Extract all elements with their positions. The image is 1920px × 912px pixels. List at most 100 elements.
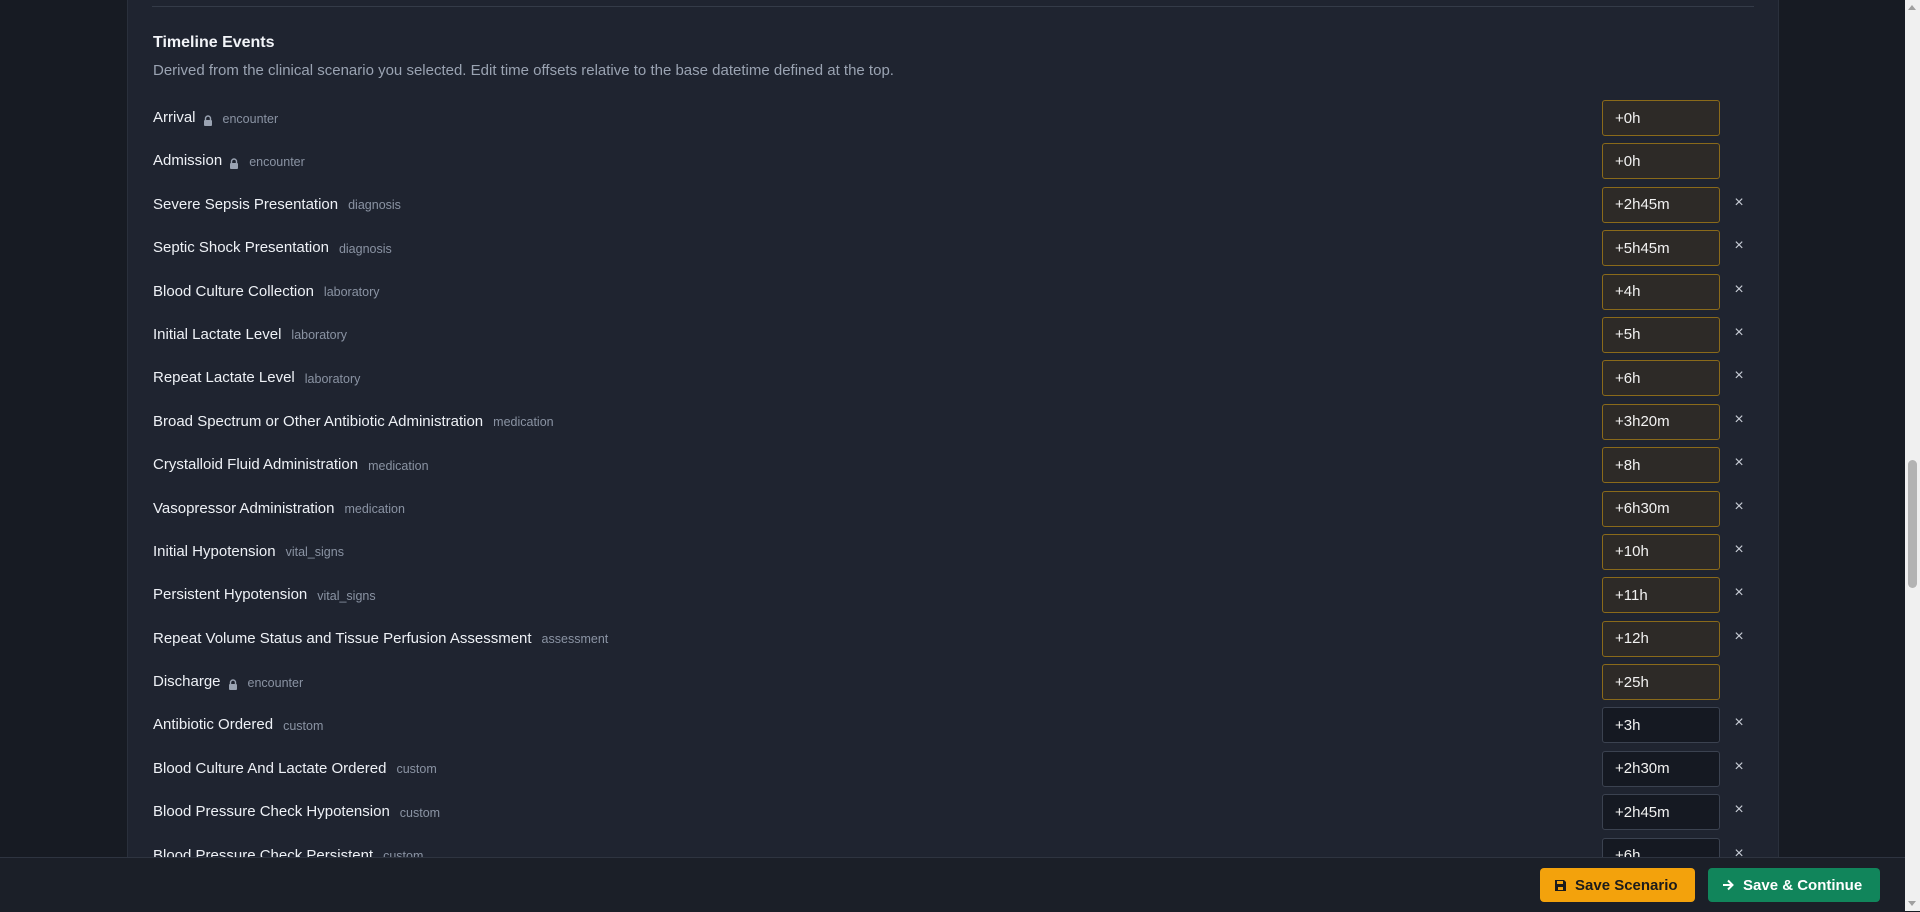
time-offset-input[interactable] bbox=[1602, 577, 1720, 614]
scrollbar-thumb[interactable] bbox=[1908, 460, 1917, 588]
time-offset-input[interactable] bbox=[1602, 447, 1720, 484]
time-offset-input[interactable] bbox=[1602, 316, 1720, 353]
time-offset-input[interactable] bbox=[1602, 620, 1720, 657]
event-name: Repeat Volume Status and Tissue Perfusio… bbox=[153, 629, 532, 647]
timeline-event-row: Blood Pressure Check Persistent custom × bbox=[128, 837, 1778, 857]
timeline-event-list: Arrival encounter Admission encounter Severe… bbox=[128, 100, 1778, 857]
event-name: Persistent Hypotension bbox=[153, 586, 308, 604]
timeline-event-row: Blood Culture Collection laboratory × bbox=[128, 273, 1778, 317]
save-and-continue-button[interactable]: Save & Continue bbox=[1708, 868, 1880, 902]
time-offset-input[interactable] bbox=[1602, 273, 1720, 310]
time-offset-input[interactable] bbox=[1602, 664, 1720, 701]
section-divider bbox=[152, 6, 1754, 7]
event-name: Blood Culture And Lactate Ordered bbox=[153, 759, 387, 777]
time-offset-input[interactable] bbox=[1602, 533, 1720, 570]
remove-event-icon[interactable]: × bbox=[1731, 713, 1747, 733]
lock-icon bbox=[203, 113, 213, 126]
event-category: vital_signs bbox=[285, 545, 344, 560]
time-offset-input[interactable] bbox=[1602, 186, 1720, 223]
event-name-group: Repeat Lactate Level laboratory bbox=[153, 369, 360, 386]
event-name-group: Repeat Volume Status and Tissue Perfusio… bbox=[153, 630, 608, 647]
time-offset-input[interactable] bbox=[1602, 707, 1720, 744]
event-name-group: Initial Hypotension vital_signs bbox=[153, 543, 344, 560]
time-offset-input[interactable] bbox=[1602, 100, 1720, 136]
event-name: Repeat Lactate Level bbox=[153, 369, 295, 387]
event-name-group: Broad Spectrum or Other Antibiotic Admin… bbox=[153, 413, 554, 430]
event-category: laboratory bbox=[291, 328, 348, 343]
timeline-event-row: Antibiotic Ordered custom × bbox=[128, 707, 1778, 750]
event-name: Crystalloid Fluid Administration bbox=[153, 456, 359, 474]
remove-event-icon[interactable]: × bbox=[1731, 323, 1747, 343]
timeline-event-row: Crystalloid Fluid Administration medicati… bbox=[128, 447, 1778, 490]
remove-event-icon[interactable]: × bbox=[1731, 366, 1747, 386]
event-name: Blood Culture Collection bbox=[153, 282, 314, 300]
event-name-group: Blood Pressure Check Persistent custom bbox=[153, 847, 423, 857]
time-offset-input[interactable] bbox=[1602, 403, 1720, 440]
event-name-group: Antibiotic Ordered custom bbox=[153, 716, 323, 733]
floppy-disk-icon bbox=[1554, 879, 1567, 892]
remove-event-icon[interactable]: × bbox=[1731, 844, 1747, 857]
remove-event-icon[interactable]: × bbox=[1731, 410, 1747, 430]
timeline-event-row: Persistent Hypotension vital_signs × bbox=[128, 577, 1778, 620]
save-scenario-label: Save Scenario bbox=[1575, 876, 1678, 894]
scroll-down-arrow-icon[interactable] bbox=[1908, 901, 1916, 906]
remove-event-icon[interactable]: × bbox=[1731, 800, 1747, 820]
event-name-group: Septic Shock Presentation diagnosis bbox=[153, 239, 392, 256]
timeline-event-row: Discharge encounter bbox=[128, 664, 1778, 707]
event-name: Blood Pressure Check Hypotension bbox=[153, 803, 390, 821]
time-offset-input[interactable] bbox=[1602, 490, 1720, 527]
event-category: laboratory bbox=[304, 371, 361, 386]
remove-event-icon[interactable]: × bbox=[1731, 193, 1747, 213]
event-category: vital_signs bbox=[317, 588, 376, 603]
event-name: Initial Hypotension bbox=[153, 542, 276, 560]
scroll-up-arrow-icon[interactable] bbox=[1908, 5, 1916, 10]
event-name: Initial Lactate Level bbox=[153, 325, 282, 343]
remove-event-icon[interactable]: × bbox=[1731, 540, 1747, 560]
remove-event-icon[interactable]: × bbox=[1731, 497, 1747, 517]
event-name: Arrival bbox=[153, 109, 196, 126]
remove-event-icon[interactable]: × bbox=[1731, 627, 1747, 647]
event-category: custom bbox=[383, 849, 424, 857]
timeline-event-row: Initial Hypotension vital_signs × bbox=[128, 533, 1778, 577]
event-category: encounter bbox=[222, 111, 279, 126]
timeline-event-row: Admission encounter bbox=[128, 143, 1778, 186]
time-offset-input[interactable] bbox=[1602, 794, 1720, 831]
footer-bar: Save Scenario Save & Continue bbox=[0, 857, 1905, 912]
time-offset-input[interactable] bbox=[1602, 837, 1720, 857]
lock-icon bbox=[228, 677, 238, 691]
event-category: diagnosis bbox=[348, 198, 401, 213]
remove-event-icon[interactable]: × bbox=[1731, 280, 1747, 300]
save-and-continue-label: Save & Continue bbox=[1743, 876, 1863, 894]
event-name-group: Persistent Hypotension vital_signs bbox=[153, 586, 376, 603]
time-offset-input[interactable] bbox=[1602, 360, 1720, 397]
event-name: Antibiotic Ordered bbox=[153, 716, 274, 734]
timeline-event-row: Broad Spectrum or Other Antibiotic Admin… bbox=[128, 403, 1778, 447]
remove-event-icon[interactable]: × bbox=[1731, 583, 1747, 603]
event-name-group: Arrival encounter bbox=[153, 109, 278, 126]
remove-event-icon[interactable]: × bbox=[1731, 236, 1747, 256]
event-name: Admission bbox=[153, 152, 223, 170]
event-name: Discharge bbox=[153, 673, 221, 691]
remove-event-icon[interactable]: × bbox=[1731, 453, 1747, 473]
remove-event-icon[interactable]: × bbox=[1731, 757, 1747, 777]
event-category: laboratory bbox=[323, 285, 380, 300]
timeline-event-row: Septic Shock Presentation diagnosis × bbox=[128, 230, 1778, 273]
time-offset-input[interactable] bbox=[1602, 750, 1720, 787]
event-category: medication bbox=[344, 502, 405, 517]
event-name-group: Severe Sepsis Presentation diagnosis bbox=[153, 196, 401, 213]
timeline-event-row: Repeat Lactate Level laboratory × bbox=[128, 360, 1778, 403]
time-offset-input[interactable] bbox=[1602, 230, 1720, 267]
event-category: encounter bbox=[247, 675, 304, 690]
event-category: medication bbox=[368, 458, 429, 473]
timeline-event-row: Severe Sepsis Presentation diagnosis × bbox=[128, 186, 1778, 230]
time-offset-input[interactable] bbox=[1602, 143, 1720, 180]
event-name: Broad Spectrum or Other Antibiotic Admin… bbox=[153, 412, 484, 430]
section-description: Derived from the clinical scenario you s… bbox=[153, 62, 894, 79]
event-name-group: Crystalloid Fluid Administration medicati… bbox=[153, 456, 429, 473]
event-category: diagnosis bbox=[338, 241, 392, 256]
page-scrollbar[interactable] bbox=[1905, 0, 1920, 911]
event-category: custom bbox=[396, 762, 437, 777]
save-scenario-button[interactable]: Save Scenario bbox=[1540, 868, 1695, 902]
event-name-group: Blood Pressure Check Hypotension custom bbox=[153, 803, 440, 820]
event-name: Blood Pressure Check Persistent bbox=[153, 846, 374, 857]
